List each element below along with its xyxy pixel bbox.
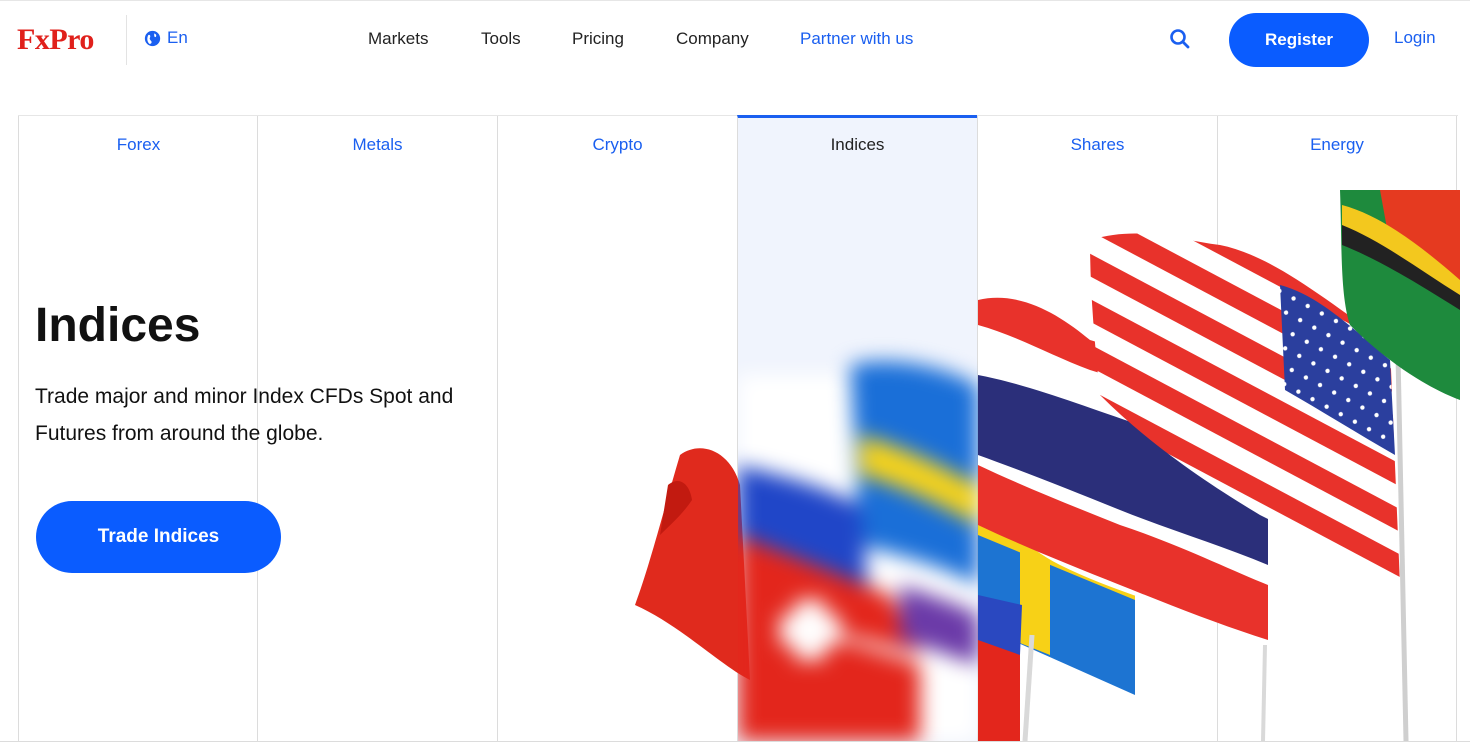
tab-metals[interactable]: Metals — [258, 135, 497, 155]
blurred-flags — [738, 361, 978, 741]
search-button[interactable] — [1169, 28, 1191, 55]
tab-crypto[interactable]: Crypto — [498, 135, 737, 155]
nav-markets[interactable]: Markets — [368, 26, 428, 52]
site-header: FxPro En Markets Tools Pricing Company P… — [0, 0, 1470, 79]
page-subtitle: Trade major and minor Index CFDs Spot an… — [35, 385, 454, 445]
page: FxPro En Markets Tools Pricing Company P… — [0, 0, 1470, 753]
nav-pricing[interactable]: Pricing — [572, 26, 624, 52]
tab-indices[interactable]: Indices — [738, 135, 977, 155]
nav-tools[interactable]: Tools — [481, 26, 521, 52]
bottom-divider — [0, 741, 1470, 742]
tab-shares[interactable]: Shares — [978, 135, 1217, 155]
nav-partner-with-us[interactable]: Partner with us — [800, 26, 913, 52]
register-button[interactable]: Register — [1229, 13, 1369, 67]
tab-energy[interactable]: Energy — [1218, 135, 1456, 155]
flags-graphic — [635, 190, 1460, 742]
page-title: Indices — [35, 299, 201, 352]
nav-company[interactable]: Company — [676, 26, 749, 52]
search-icon — [1170, 29, 1190, 49]
national-flags-illustration — [620, 185, 1460, 742]
login-link[interactable]: Login — [1394, 28, 1436, 48]
trade-indices-button[interactable]: Trade Indices — [36, 501, 281, 573]
tab-forex[interactable]: Forex — [19, 135, 258, 155]
